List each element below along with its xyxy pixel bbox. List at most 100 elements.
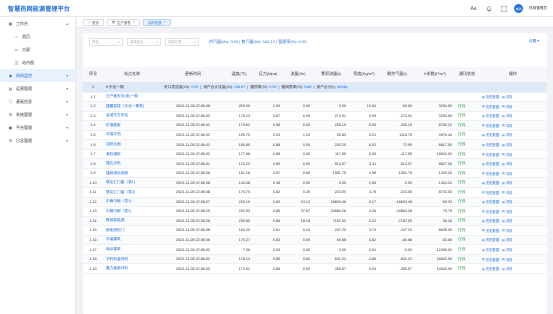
sidebar-item-heat-monitor[interactable]: ◉ 热网监控 ▼ (0, 69, 75, 82)
table-row[interactable]: 1.4 炉渣膨胀 2024-11-28 22:56:42 179.62 0.98 0.00… (83, 120, 547, 131)
detail-button[interactable]: ▤ 详情 (502, 247, 512, 253)
detail-button[interactable]: ▤ 详情 (502, 94, 512, 100)
type-select[interactable]: 所选 ▾ (89, 37, 123, 46)
history-button[interactable]: ▤ 历史数据 (482, 152, 499, 157)
table-row[interactable]: 1.16 华凌建筑 2024-11-28 22:56:36 175.27 0.83 0.0… (83, 235, 547, 246)
sidebar-item-system[interactable]: ⚙ 系统管理 ▼ (0, 108, 75, 121)
table-row[interactable]: 1.13 中粮中粮（表2) 2024-11-28 22:56:25 232.53 0.8… (83, 206, 547, 217)
table-row[interactable]: 1.2 捷晨智能（乐化一期表) 2024-11-28 22:56:46 200.00 2… (83, 101, 547, 112)
sidebar-item-operation[interactable]: ▤ 运营管理 ▼ (0, 82, 75, 95)
settings-link[interactable]: 设置 ▾ (529, 39, 539, 44)
tab-home[interactable]: ⌂ 首页 (83, 18, 104, 26)
station-select[interactable]: 选择站点 ▾ (127, 37, 161, 46)
station-name-cell[interactable]: 嘉力鑫新材料 (103, 263, 161, 274)
close-icon[interactable]: ✕ (164, 20, 167, 24)
detail-button[interactable]: ▤ 详情 (502, 152, 512, 157)
station-name-cell[interactable]: 美软通航 (103, 149, 161, 160)
station-name-cell[interactable]: 南京建筑 (103, 244, 161, 255)
table-row[interactable]: 1.1 日产裁安总(电)一期 ▤ 历史数据 ▤ 详情 (83, 92, 547, 103)
station-name-cell[interactable]: 联友汇门窗（表1) (103, 177, 161, 188)
table-row[interactable]: 1.3 金域东方车站 2024-11-28 22:56:42 176.13 0.87 6.… (83, 111, 547, 122)
table-row[interactable]: 1.8 捷达光电 2024-11-28 22:56:41 174.22 0.89 0.00… (83, 158, 547, 169)
history-button[interactable]: ▤ 历史数据 (482, 180, 499, 186)
station-name-cell[interactable]: 日产裁安总(电)一期 (103, 92, 161, 103)
group-row[interactable]: 1 ▾ 乐化一期 来口表流量(t/h): 0.00 | 用户合计流量(t/h):… (83, 82, 547, 93)
table-row[interactable]: 1.9 捷润绿色低碳 2024-11-28 22:56:38 181.18 0.87 0.… (83, 168, 547, 179)
table-row[interactable]: 1.18 华轩利装饰材 2024-11-28 22:56:42 178.14 0.80 0… (83, 254, 547, 265)
avatar[interactable]: 热网 (514, 4, 524, 13)
station-name-cell[interactable]: 捷达光电 (103, 158, 161, 169)
history-button[interactable]: ▤ 历史数据 (482, 161, 499, 167)
history-button[interactable]: ▤ 历史数据 (482, 104, 499, 109)
table-row[interactable]: 1.15 鲸鱼厨柜门 2024-11-28 22:56:38 164.20 0.61 0.… (83, 225, 547, 236)
history-button[interactable]: ▤ 历史数据 (482, 247, 499, 253)
history-button[interactable]: ▤ 历史数据 (482, 123, 499, 128)
detail-button[interactable]: ▤ 详情 (502, 161, 512, 167)
group-name[interactable]: ▾ 乐化一期 (103, 82, 161, 93)
history-button[interactable]: ▤ 历史数据 (482, 257, 499, 262)
detail-button[interactable]: ▤ 详情 (502, 190, 512, 195)
station-name-cell[interactable]: 联润新能源 (103, 216, 161, 227)
font-size-icon[interactable]: Aa (469, 4, 478, 13)
detail-button[interactable]: ▤ 详情 (502, 113, 512, 119)
sidebar-item-logs[interactable]: ☰ 日志管理 ▼ (0, 134, 75, 147)
station-name-cell[interactable]: 浩软业面 (103, 139, 161, 150)
chevron-down-icon[interactable]: ▾ (106, 85, 108, 89)
detail-button[interactable]: ▤ 详情 (502, 104, 512, 109)
bell-icon[interactable] (484, 4, 493, 13)
station-name-cell[interactable]: 捷晨智能（乐化一期表) (103, 101, 161, 112)
tab-production-report[interactable]: ▤ 生产报表 ✕ (106, 18, 141, 26)
history-button[interactable]: ▤ 历史数据 (482, 218, 499, 224)
table-row[interactable]: 1.5 华源华西 2024-11-28 22:56:42 159.70 0.53 1.10… (83, 130, 547, 141)
station-name-cell[interactable]: 鲸鱼厨柜门 (103, 225, 161, 236)
sidebar-item-bigscreen[interactable]: ▭ 大屏 (0, 43, 75, 56)
station-name-cell[interactable]: 华凌建筑 (103, 235, 161, 246)
table-row[interactable]: 1.10 联友汇门窗（表1) 2024-11-28 22:56:38 143.38 0.… (83, 177, 547, 188)
detail-button[interactable]: ▤ 详情 (502, 132, 512, 138)
history-button[interactable]: ▤ 历史数据 (482, 94, 499, 100)
history-button[interactable]: ▤ 历史数据 (482, 190, 499, 195)
history-button[interactable]: ▤ 历史数据 (482, 237, 499, 243)
detail-button[interactable]: ▤ 详情 (502, 199, 512, 205)
station-name-cell[interactable]: 华轩利装饰材 (103, 254, 161, 265)
table-row[interactable]: 1.11 联友汇门窗（表2) 2024-11-28 22:56:38 174.75 0.… (83, 187, 547, 198)
history-button[interactable]: ▤ 历史数据 (482, 199, 499, 205)
history-button[interactable]: ▤ 历史数据 (482, 132, 499, 138)
detail-button[interactable]: ▤ 详情 (502, 180, 512, 186)
detail-button[interactable]: ▤ 详情 (502, 237, 512, 243)
sidebar-item-home[interactable]: ⌂ 首页 (0, 30, 75, 43)
category-select[interactable]: 选择分类 ▾ (165, 37, 199, 46)
detail-button[interactable]: ▤ 详情 (502, 257, 512, 262)
table-row[interactable]: 1.19 嘉力鑫新材料 2024-11-28 22:56:30 173.91 0.85 0… (83, 263, 547, 274)
tab-realtime-table[interactable]: 实时总表 ✕ (143, 18, 172, 26)
detail-button[interactable]: ▤ 详情 (502, 266, 512, 272)
detail-button[interactable]: ▤ 详情 (502, 142, 512, 148)
table-row[interactable]: 1.12 中粮中粮（表1) 2024-11-28 22:56:27 229.19 0.8… (83, 197, 547, 208)
station-name-cell[interactable]: 捷润绿色低碳 (103, 168, 161, 179)
history-button[interactable]: ▤ 历史数据 (482, 142, 499, 148)
table-row[interactable]: 1.14 联润新能源 2024-11-28 22:56:28 239.80 0.86 18… (83, 216, 547, 227)
table-row[interactable]: 1.6 浩软业面 2024-11-28 22:56:41 180.80 0.88 0.00… (83, 139, 547, 150)
close-icon[interactable]: ✕ (133, 20, 136, 24)
history-button[interactable]: ▤ 历史数据 (482, 209, 499, 214)
table-row[interactable]: 1.17 南京建筑 2024-11-28 22:56:42 7.06 0.00 0.00 0… (83, 244, 547, 255)
station-name-cell[interactable]: 中粮中粮（表2) (103, 206, 161, 217)
station-name-cell[interactable]: 联友汇门窗（表2) (103, 187, 161, 198)
fullscreen-icon[interactable] (499, 4, 508, 13)
station-name-cell[interactable]: 中粮中粮（表1) (103, 197, 161, 208)
sidebar-item-workbench[interactable]: ▦ 工作台 ▲ (0, 17, 75, 30)
station-name-cell[interactable]: 炉渣膨胀 (103, 120, 161, 131)
sidebar-item-platform[interactable]: ▣ 平台管理 ▼ (0, 121, 75, 134)
history-button[interactable]: ▤ 历史数据 (482, 266, 499, 272)
sidebar-item-basic-info[interactable]: ⓘ 基础信息 ▼ (0, 95, 75, 108)
station-name-cell[interactable]: 金域东方车站 (103, 111, 161, 122)
table-row[interactable]: 1.7 美软通航 2024-11-28 22:56:42 177.68 0.88 0.00… (83, 149, 547, 160)
detail-button[interactable]: ▤ 详情 (502, 218, 512, 224)
history-button[interactable]: ▤ 历史数据 (482, 113, 499, 119)
username[interactable]: 热网管理员 (529, 6, 547, 11)
sidebar-item-station-map[interactable]: ◫ 站内图 (0, 56, 75, 69)
station-name-cell[interactable]: 华源华西 (103, 130, 161, 141)
detail-button[interactable]: ▤ 详情 (502, 228, 512, 233)
detail-button[interactable]: ▤ 详情 (502, 209, 512, 214)
history-button[interactable]: ▤ 历史数据 (482, 171, 499, 176)
